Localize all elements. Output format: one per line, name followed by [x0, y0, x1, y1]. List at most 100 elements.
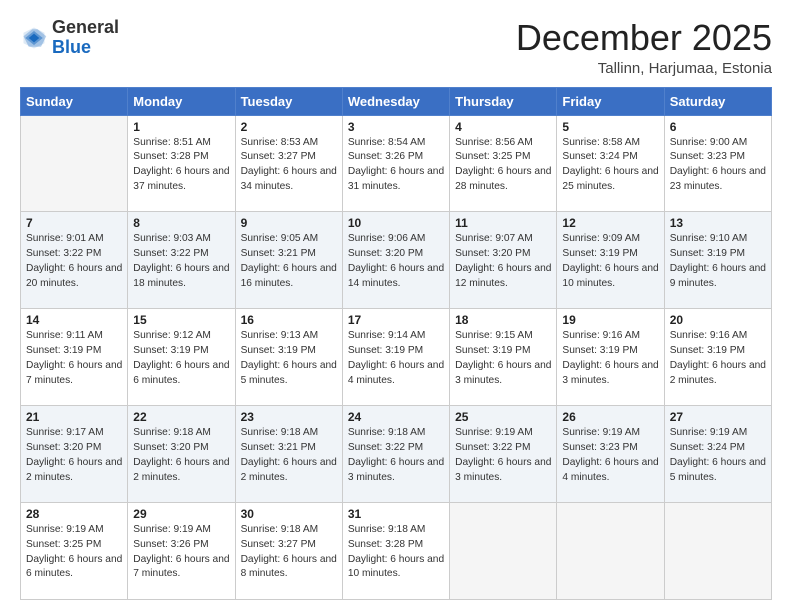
day-info: Sunrise: 9:19 AMSunset: 3:23 PMDaylight:… [562, 426, 658, 485]
day-number: 20 [670, 313, 766, 327]
day-number: 15 [133, 313, 229, 327]
table-row: 16 Sunrise: 9:13 AMSunset: 3:19 PMDayligh… [235, 309, 342, 406]
table-row: 4 Sunrise: 8:56 AMSunset: 3:25 PMDaylight… [450, 115, 557, 212]
day-number: 14 [26, 313, 122, 327]
table-row: 14Sunrise: 9:11 AMSunset: 3:19 PMDayligh… [21, 309, 128, 406]
table-row [557, 503, 664, 600]
day-info: Sunrise: 9:19 AMSunset: 3:22 PMDaylight:… [455, 426, 551, 485]
table-row [21, 115, 128, 212]
table-row: 27 Sunrise: 9:19 AMSunset: 3:24 PMDayligh… [664, 406, 771, 503]
day-info: Sunrise: 9:17 AMSunset: 3:20 PMDaylight:… [26, 426, 122, 485]
day-info: Sunrise: 9:06 AMSunset: 3:20 PMDaylight:… [348, 232, 444, 291]
col-wednesday: Wednesday [342, 87, 449, 115]
calendar-week-row: 14Sunrise: 9:11 AMSunset: 3:19 PMDayligh… [21, 309, 772, 406]
table-row: 2 Sunrise: 8:53 AMSunset: 3:27 PMDaylight… [235, 115, 342, 212]
day-info: Sunrise: 9:10 AMSunset: 3:19 PMDaylight:… [670, 232, 766, 291]
table-row: 23 Sunrise: 9:18 AMSunset: 3:21 PMDayligh… [235, 406, 342, 503]
day-info: Sunrise: 9:19 AMSunset: 3:25 PMDaylight:… [26, 523, 122, 582]
col-monday: Monday [128, 87, 235, 115]
calendar-week-row: 28 Sunrise: 9:19 AMSunset: 3:25 PMDayligh… [21, 503, 772, 600]
day-number: 29 [133, 507, 229, 521]
day-info: Sunrise: 8:56 AMSunset: 3:25 PMDaylight:… [455, 136, 551, 195]
logo-name: General Blue [52, 18, 119, 58]
title-block: December 2025 Tallinn, Harjumaa, Estonia [516, 18, 772, 77]
table-row: 24Sunrise: 9:18 AMSunset: 3:22 PMDayligh… [342, 406, 449, 503]
day-info: Sunrise: 9:03 AMSunset: 3:22 PMDaylight:… [133, 232, 229, 291]
day-info: Sunrise: 9:15 AMSunset: 3:19 PMDaylight:… [455, 329, 551, 388]
day-number: 9 [241, 216, 337, 230]
logo-icon [20, 24, 48, 52]
day-number: 12 [562, 216, 658, 230]
day-info: Sunrise: 9:05 AMSunset: 3:21 PMDaylight:… [241, 232, 337, 291]
day-info: Sunrise: 9:19 AMSunset: 3:26 PMDaylight:… [133, 523, 229, 582]
logo: General Blue [20, 18, 119, 58]
table-row: 13Sunrise: 9:10 AMSunset: 3:19 PMDayligh… [664, 212, 771, 309]
table-row: 21 Sunrise: 9:17 AMSunset: 3:20 PMDayligh… [21, 406, 128, 503]
table-row: 17Sunrise: 9:14 AMSunset: 3:19 PMDayligh… [342, 309, 449, 406]
day-number: 22 [133, 410, 229, 424]
table-row: 25Sunrise: 9:19 AMSunset: 3:22 PMDayligh… [450, 406, 557, 503]
day-number: 28 [26, 507, 122, 521]
day-number: 2 [241, 120, 337, 134]
table-row: 26 Sunrise: 9:19 AMSunset: 3:23 PMDayligh… [557, 406, 664, 503]
col-thursday: Thursday [450, 87, 557, 115]
day-number: 3 [348, 120, 444, 134]
day-number: 10 [348, 216, 444, 230]
header: General Blue December 2025 Tallinn, Harj… [20, 18, 772, 77]
day-info: Sunrise: 9:01 AMSunset: 3:22 PMDaylight:… [26, 232, 122, 291]
logo-text-block: General Blue [52, 18, 119, 58]
day-number: 27 [670, 410, 766, 424]
table-row [664, 503, 771, 600]
table-row: 1 Sunrise: 8:51 AMSunset: 3:28 PMDaylight… [128, 115, 235, 212]
day-number: 1 [133, 120, 229, 134]
day-info: Sunrise: 8:51 AMSunset: 3:28 PMDaylight:… [133, 136, 229, 195]
day-info: Sunrise: 9:13 AMSunset: 3:19 PMDaylight:… [241, 329, 337, 388]
logo-blue: Blue [52, 37, 91, 57]
calendar-week-row: 7Sunrise: 9:01 AMSunset: 3:22 PMDaylight… [21, 212, 772, 309]
table-row: 6 Sunrise: 9:00 AMSunset: 3:23 PMDaylight… [664, 115, 771, 212]
day-info: Sunrise: 9:18 AMSunset: 3:28 PMDaylight:… [348, 523, 444, 582]
day-number: 5 [562, 120, 658, 134]
table-row: 31Sunrise: 9:18 AMSunset: 3:28 PMDayligh… [342, 503, 449, 600]
calendar-week-row: 1 Sunrise: 8:51 AMSunset: 3:28 PMDaylight… [21, 115, 772, 212]
calendar-header-row: Sunday Monday Tuesday Wednesday Thursday… [21, 87, 772, 115]
day-number: 16 [241, 313, 337, 327]
table-row [450, 503, 557, 600]
table-row: 10 Sunrise: 9:06 AMSunset: 3:20 PMDayligh… [342, 212, 449, 309]
day-number: 4 [455, 120, 551, 134]
day-number: 21 [26, 410, 122, 424]
calendar-table: Sunday Monday Tuesday Wednesday Thursday… [20, 87, 772, 600]
table-row: 19 Sunrise: 9:16 AMSunset: 3:19 PMDayligh… [557, 309, 664, 406]
day-info: Sunrise: 8:54 AMSunset: 3:26 PMDaylight:… [348, 136, 444, 195]
table-row: 9 Sunrise: 9:05 AMSunset: 3:21 PMDaylight… [235, 212, 342, 309]
month-title: December 2025 [516, 18, 772, 58]
day-number: 17 [348, 313, 444, 327]
table-row: 30Sunrise: 9:18 AMSunset: 3:27 PMDayligh… [235, 503, 342, 600]
table-row: 28 Sunrise: 9:19 AMSunset: 3:25 PMDayligh… [21, 503, 128, 600]
table-row: 15 Sunrise: 9:12 AMSunset: 3:19 PMDayligh… [128, 309, 235, 406]
table-row: 18Sunrise: 9:15 AMSunset: 3:19 PMDayligh… [450, 309, 557, 406]
day-number: 8 [133, 216, 229, 230]
table-row: 3 Sunrise: 8:54 AMSunset: 3:26 PMDaylight… [342, 115, 449, 212]
day-number: 23 [241, 410, 337, 424]
day-info: Sunrise: 9:18 AMSunset: 3:22 PMDaylight:… [348, 426, 444, 485]
col-friday: Friday [557, 87, 664, 115]
day-number: 6 [670, 120, 766, 134]
day-info: Sunrise: 9:12 AMSunset: 3:19 PMDaylight:… [133, 329, 229, 388]
col-sunday: Sunday [21, 87, 128, 115]
day-info: Sunrise: 8:53 AMSunset: 3:27 PMDaylight:… [241, 136, 337, 195]
day-info: Sunrise: 8:58 AMSunset: 3:24 PMDaylight:… [562, 136, 658, 195]
location-subtitle: Tallinn, Harjumaa, Estonia [516, 60, 772, 77]
logo-general: General [52, 17, 119, 37]
table-row: 7Sunrise: 9:01 AMSunset: 3:22 PMDaylight… [21, 212, 128, 309]
day-number: 26 [562, 410, 658, 424]
table-row: 8 Sunrise: 9:03 AMSunset: 3:22 PMDaylight… [128, 212, 235, 309]
day-info: Sunrise: 9:18 AMSunset: 3:21 PMDaylight:… [241, 426, 337, 485]
day-info: Sunrise: 9:19 AMSunset: 3:24 PMDaylight:… [670, 426, 766, 485]
table-row: 22Sunrise: 9:18 AMSunset: 3:20 PMDayligh… [128, 406, 235, 503]
page: General Blue December 2025 Tallinn, Harj… [0, 0, 792, 612]
day-number: 19 [562, 313, 658, 327]
day-info: Sunrise: 9:16 AMSunset: 3:19 PMDaylight:… [562, 329, 658, 388]
day-info: Sunrise: 9:00 AMSunset: 3:23 PMDaylight:… [670, 136, 766, 195]
table-row: 5 Sunrise: 8:58 AMSunset: 3:24 PMDaylight… [557, 115, 664, 212]
